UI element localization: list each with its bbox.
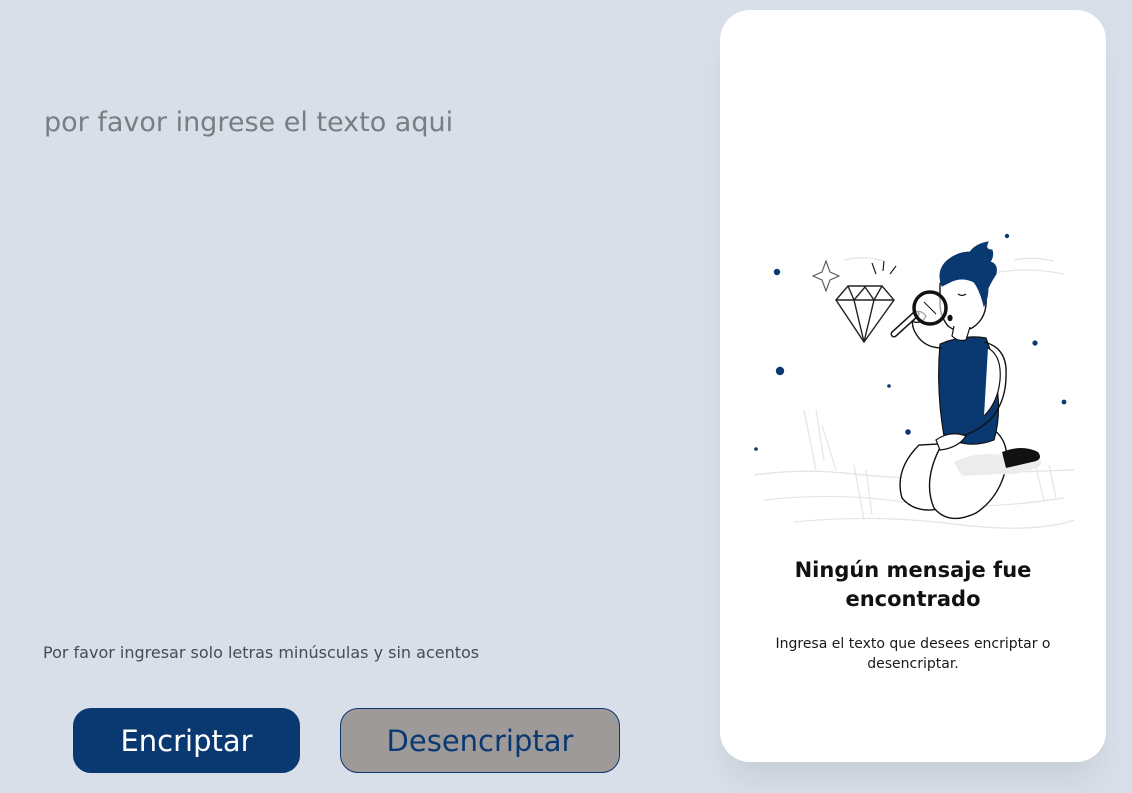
text-input[interactable] — [44, 104, 684, 584]
app-page: Por favor ingresar solo letras minúscula… — [0, 0, 1132, 793]
decrypt-button[interactable]: Desencriptar — [340, 708, 620, 773]
output-panel: Ningún mensaje fue encontrado Ingresa el… — [720, 10, 1106, 762]
person-with-magnifier-illustration — [753, 233, 1075, 529]
encrypt-button[interactable]: Encriptar — [73, 708, 300, 773]
input-hint: Por favor ingresar solo letras minúscula… — [43, 643, 479, 662]
empty-state-title: Ningún mensaje fue encontrado — [794, 558, 1032, 611]
hint-text: Por favor ingresar solo letras minúscula… — [43, 643, 480, 662]
empty-state-subtitle: Ingresa el texto que desees encriptar o … — [775, 636, 1051, 672]
